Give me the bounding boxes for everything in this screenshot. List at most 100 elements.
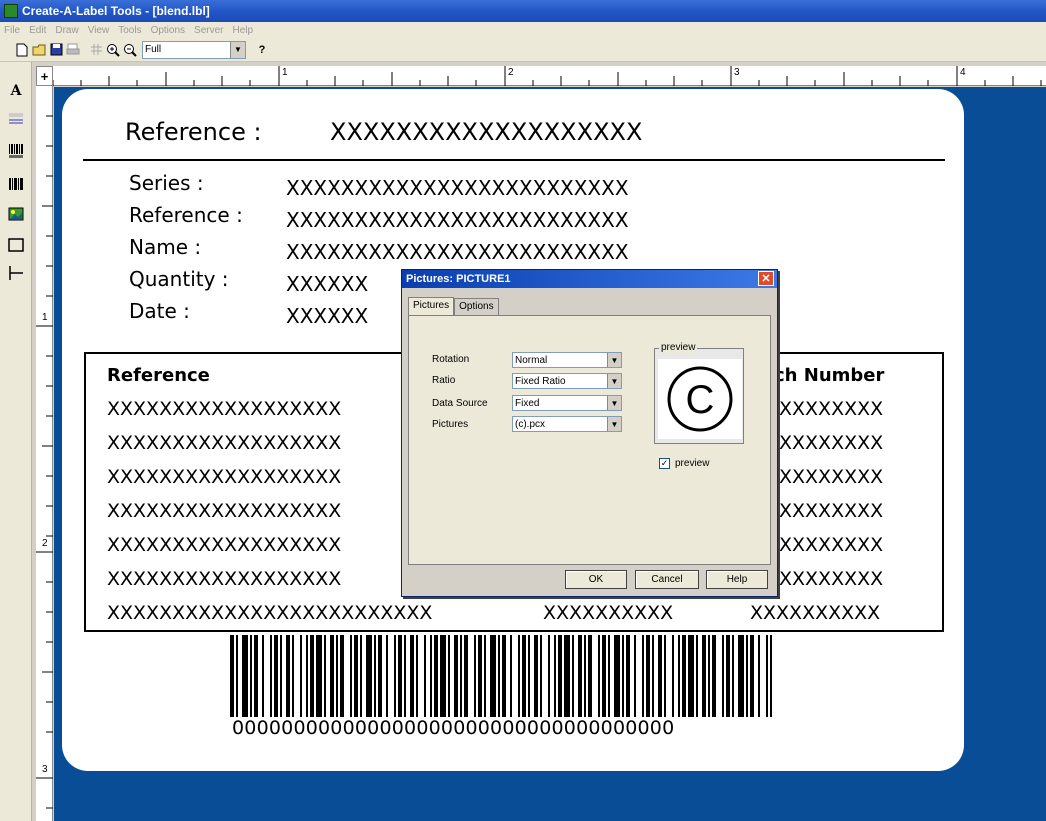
chevron-down-icon[interactable]: ▼	[230, 41, 245, 58]
table-row-left[interactable]: XXXXXXXXXXXXXXXXXX	[107, 468, 341, 487]
print-icon[interactable]	[65, 42, 81, 58]
data-source-select[interactable]: Fixed ▼	[512, 395, 622, 411]
paragraph-tool-icon[interactable]	[5, 108, 27, 130]
menu-server[interactable]: Server	[194, 25, 223, 36]
field-reference-label[interactable]: Reference :	[129, 205, 243, 225]
table-row-right[interactable]: XXXXXXXX	[779, 570, 883, 589]
tab-options[interactable]: Options	[454, 298, 499, 316]
picture-tool-icon[interactable]	[5, 203, 27, 225]
menu-help[interactable]: Help	[232, 25, 253, 36]
table-row-left[interactable]: XXXXXXXXXXXXXXXXXX	[107, 570, 341, 589]
barcode-bar	[712, 635, 716, 717]
line-tool-icon[interactable]	[5, 262, 27, 284]
field-series-value[interactable]: XXXXXXXXXXXXXXXXXXXXXXXXX	[286, 178, 629, 198]
barcode-bar	[310, 635, 314, 717]
pictures-select[interactable]: (c).pcx ▼	[512, 416, 622, 432]
zoom-out-icon[interactable]	[122, 42, 138, 58]
barcode-bar	[702, 635, 706, 717]
table-row-right[interactable]: XXXXXXXX	[779, 434, 883, 453]
table-header-batch-number[interactable]: ch Number	[774, 367, 884, 385]
barcode-bar	[350, 635, 352, 717]
ruler-label-v1: 1	[42, 312, 48, 323]
chevron-down-icon[interactable]: ▼	[607, 353, 621, 367]
dialog-titlebar[interactable]: Pictures: PICTURE1 ✕	[402, 270, 777, 288]
ruler-origin-button[interactable]: +	[36, 66, 53, 86]
cancel-button[interactable]: Cancel	[635, 570, 699, 589]
dialog-tabs: Pictures Options	[408, 297, 499, 316]
field-date-value[interactable]: XXXXXX	[286, 306, 368, 326]
tab-pictures[interactable]: Pictures	[408, 297, 455, 315]
zoom-select[interactable]: Full ▼	[142, 40, 246, 59]
open-folder-icon[interactable]	[31, 42, 47, 58]
barcode-graphic[interactable]	[230, 635, 772, 717]
table-last-row-col2[interactable]: XXXXXXXXXX	[543, 604, 673, 623]
barcode-tool-icon[interactable]	[5, 140, 27, 162]
rotation-label: Rotation	[432, 354, 470, 365]
barcode-bar	[230, 635, 234, 717]
menu-file[interactable]: File	[4, 25, 20, 36]
chevron-down-icon[interactable]: ▼	[607, 417, 621, 431]
barcode-bar	[622, 635, 624, 717]
barcode-bar	[646, 635, 650, 717]
header-reference-label[interactable]: Reference :	[125, 120, 262, 144]
table-row-left[interactable]: XXXXXXXXXXXXXXXXXX	[107, 536, 341, 555]
barcode-bar	[746, 635, 748, 717]
rotation-select[interactable]: Normal ▼	[512, 352, 622, 368]
barcode-bar	[336, 635, 338, 717]
grid-icon[interactable]	[88, 42, 104, 58]
new-file-icon[interactable]	[14, 42, 30, 58]
barcode-bar	[340, 635, 344, 717]
field-quantity-value[interactable]: XXXXXX	[286, 274, 368, 294]
field-date-label[interactable]: Date :	[129, 301, 190, 321]
table-row-right[interactable]: XXXXXXXX	[779, 468, 883, 487]
preview-checkbox[interactable]: ✓	[659, 458, 670, 469]
table-row-left[interactable]: XXXXXXXXXXXXXXXXXX	[107, 434, 341, 453]
table-row-right[interactable]: XXXXXXXX	[779, 536, 883, 555]
ok-button[interactable]: OK	[565, 570, 627, 589]
preview-checkbox-row[interactable]: ✓ preview	[659, 458, 709, 469]
zoom-value: Full	[145, 44, 162, 55]
text-tool-icon[interactable]: A	[5, 80, 27, 102]
field-series-label[interactable]: Series :	[129, 173, 204, 193]
rectangle-tool-icon[interactable]	[5, 234, 27, 256]
field-reference-value[interactable]: XXXXXXXXXXXXXXXXXXXXXXXXX	[286, 210, 629, 230]
barcode-bar	[696, 635, 698, 717]
ratio-select[interactable]: Fixed Ratio ▼	[512, 373, 622, 389]
vertical-ruler-ticks	[36, 115, 53, 809]
table-last-row-col1[interactable]: XXXXXXXXXXXXXXXXXXXXXXXXX	[107, 604, 432, 623]
zoom-in-icon[interactable]	[105, 42, 121, 58]
chevron-down-icon[interactable]: ▼	[607, 374, 621, 388]
menu-view[interactable]: View	[88, 25, 110, 36]
menu-options[interactable]: Options	[151, 25, 185, 36]
barcode-bar	[502, 635, 506, 717]
menu-tools[interactable]: Tools	[118, 25, 141, 36]
ruler-label-v2: 2	[42, 538, 48, 549]
menu-bar: File Edit Draw View Tools Options Server…	[0, 22, 1046, 38]
menu-edit[interactable]: Edit	[29, 25, 46, 36]
field-name-label[interactable]: Name :	[129, 237, 201, 257]
table-row-right[interactable]: XXXXXXXX	[779, 502, 883, 521]
header-reference-value[interactable]: XXXXXXXXXXXXXXXXXXX	[330, 120, 642, 144]
barcode-bar	[366, 635, 372, 717]
menu-draw[interactable]: Draw	[55, 25, 78, 36]
help-icon[interactable]: ?	[254, 42, 270, 58]
barcode-bar	[678, 635, 680, 717]
help-button[interactable]: Help	[706, 570, 768, 589]
field-name-value[interactable]: XXXXXXXXXXXXXXXXXXXXXXXXX	[286, 242, 629, 262]
table-header-reference[interactable]: Reference	[107, 367, 210, 385]
barcode-bar	[410, 635, 414, 717]
chevron-down-icon[interactable]: ▼	[607, 396, 621, 410]
barcode-text[interactable]: 000000000000000000000000000000000000	[232, 719, 674, 738]
data-source-value: Fixed	[515, 397, 540, 409]
2d-barcode-tool-icon[interactable]	[5, 173, 27, 195]
table-last-row-col3[interactable]: XXXXXXXXXX	[750, 604, 880, 623]
window-title: Create-A-Label Tools - [blend.lbl]	[22, 4, 210, 18]
field-quantity-label[interactable]: Quantity :	[129, 269, 229, 289]
save-icon[interactable]	[48, 42, 64, 58]
barcode-bar	[416, 635, 418, 717]
table-row-left[interactable]: XXXXXXXXXXXXXXXXXX	[107, 400, 341, 419]
table-row-right[interactable]: XXXXXXXX	[779, 400, 883, 419]
header-divider[interactable]	[83, 159, 945, 161]
close-icon[interactable]: ✕	[758, 271, 774, 286]
table-row-left[interactable]: XXXXXXXXXXXXXXXXXX	[107, 502, 341, 521]
